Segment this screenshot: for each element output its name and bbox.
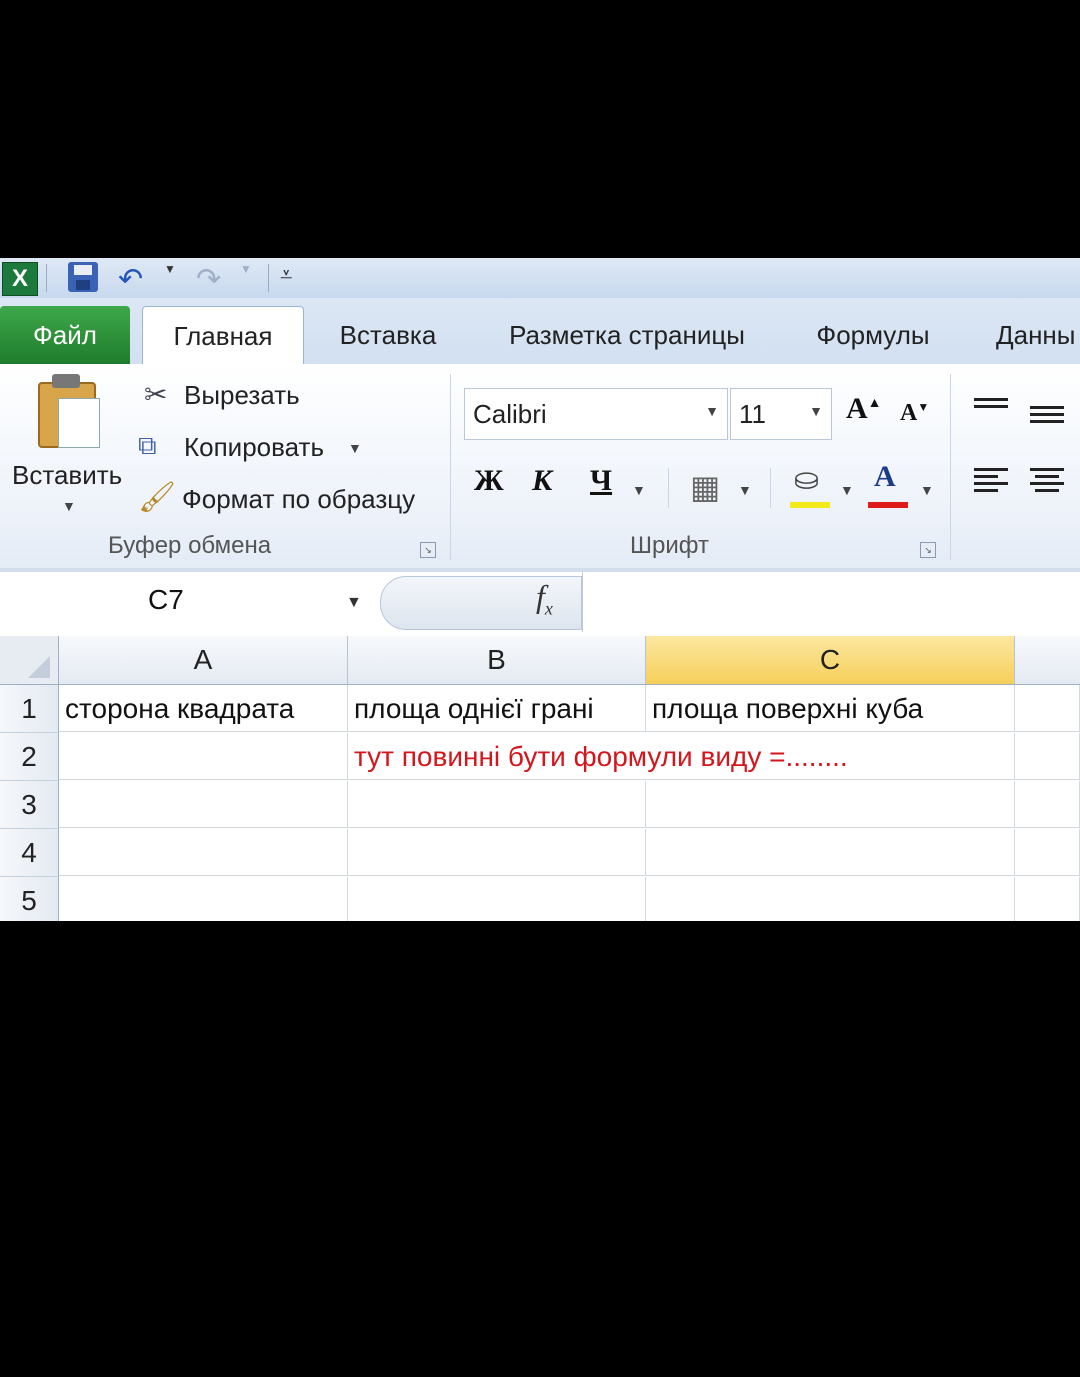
row-header-5[interactable]: 5 <box>0 877 59 921</box>
font-size-value: 11 <box>739 399 766 429</box>
font-group-label: Шрифт <box>630 532 709 559</box>
save-icon[interactable] <box>68 262 98 292</box>
cell-b3[interactable] <box>348 781 646 828</box>
group-divider <box>450 374 451 560</box>
cell-c3[interactable] <box>646 781 1015 828</box>
font-color-bar <box>868 502 908 508</box>
tab-page-layout[interactable]: Разметка страницы <box>502 306 752 364</box>
undo-dropdown-icon[interactable]: ▼ <box>164 262 176 276</box>
scissors-icon[interactable]: ✂ <box>144 378 167 411</box>
grow-font-button[interactable]: A▲ <box>846 392 882 426</box>
formula-bar: C7 ▼ fx <box>0 568 1080 638</box>
row-header-2[interactable]: 2 <box>0 733 59 781</box>
row-header-1[interactable]: 1 <box>0 685 59 733</box>
shrink-font-button[interactable]: A▼ <box>900 400 929 427</box>
quick-access-toolbar: X ↶ ▼ ↷ ▼ ⩡ <box>0 258 1080 298</box>
align-left-icon[interactable] <box>974 464 1008 496</box>
align-middle-icon[interactable] <box>1030 402 1064 427</box>
tab-insert[interactable]: Вставка <box>338 306 438 364</box>
font-size-dropdown-icon[interactable]: ▼ <box>809 403 823 419</box>
column-header-b[interactable]: B <box>348 636 646 685</box>
group-divider <box>668 468 669 508</box>
cell-b2[interactable]: тут повинні бути формули виду =........ <box>348 733 848 780</box>
font-name-value: Calibri <box>473 399 547 429</box>
fill-color-bar <box>790 502 830 508</box>
insert-function-icon[interactable]: fx <box>536 578 553 619</box>
format-painter-icon[interactable]: 🖌 <box>138 480 176 515</box>
tab-formulas[interactable]: Формулы <box>812 306 934 364</box>
cell-d3[interactable] <box>1015 781 1080 828</box>
cell-c1[interactable]: площа поверхні куба <box>646 685 1015 732</box>
cell-b4[interactable] <box>348 829 646 876</box>
cell-d2[interactable] <box>1015 733 1080 780</box>
paste-dropdown-icon[interactable]: ▼ <box>62 498 76 514</box>
copy-dropdown-icon[interactable]: ▼ <box>348 440 362 456</box>
name-box[interactable]: C7 ▼ <box>0 572 372 632</box>
tab-file[interactable]: Файл <box>0 306 130 364</box>
excel-window: X ↶ ▼ ↷ ▼ ⩡ Файл Главная Вставка Разметк… <box>0 258 1080 921</box>
group-divider <box>770 468 771 508</box>
font-name-combo[interactable]: Calibri ▼ <box>464 388 728 440</box>
column-header-c[interactable]: C <box>646 636 1015 685</box>
spreadsheet-grid: A B C 1 2 3 4 5 сторона квадрата площа о… <box>0 636 1080 921</box>
tab-home[interactable]: Главная <box>142 306 304 366</box>
cell-d1[interactable] <box>1015 685 1080 732</box>
row-header-3[interactable]: 3 <box>0 781 59 829</box>
font-color-icon[interactable]: A <box>874 460 896 494</box>
copy-button[interactable]: Копировать <box>184 432 324 463</box>
cell-a1[interactable]: сторона квадрата <box>59 685 348 732</box>
ribbon-home: Вставить ▼ ✂ Вырезать ⧉ Копировать ▼ 🖌 Ф… <box>0 364 1080 569</box>
cut-button[interactable]: Вырезать <box>184 380 300 411</box>
cell-c5[interactable] <box>646 877 1015 921</box>
name-box-value: C7 <box>148 584 184 615</box>
paste-icon[interactable] <box>34 374 100 450</box>
cell-b5[interactable] <box>348 877 646 921</box>
redo-dropdown-icon[interactable]: ▼ <box>240 262 252 276</box>
font-color-dropdown-icon[interactable]: ▼ <box>920 482 934 498</box>
italic-button[interactable]: К <box>532 464 552 498</box>
excel-app-icon[interactable]: X <box>2 262 38 296</box>
font-size-combo[interactable]: 11 ▼ <box>730 388 832 440</box>
bold-button[interactable]: Ж <box>474 464 504 498</box>
cell-d5[interactable] <box>1015 877 1080 921</box>
redo-icon[interactable]: ↷ <box>196 262 221 297</box>
toolbar-divider <box>268 264 269 292</box>
align-center-icon[interactable] <box>1030 464 1064 496</box>
cell-b1[interactable]: площа однієї грані <box>348 685 646 732</box>
undo-icon[interactable]: ↶ <box>118 262 143 297</box>
fill-color-icon[interactable]: ⛀ <box>794 462 819 497</box>
tab-data[interactable]: Данны <box>996 306 1080 364</box>
align-top-icon[interactable] <box>974 394 1008 412</box>
cell-c4[interactable] <box>646 829 1015 876</box>
row-header-4[interactable]: 4 <box>0 829 59 877</box>
ribbon-tabs: Файл Главная Вставка Разметка страницы Ф… <box>0 298 1080 366</box>
font-name-dropdown-icon[interactable]: ▼ <box>705 403 719 419</box>
group-divider <box>950 374 951 560</box>
cell-a3[interactable] <box>59 781 348 828</box>
toolbar-divider <box>46 264 47 292</box>
formula-input[interactable] <box>582 572 1080 632</box>
cell-a2[interactable] <box>59 733 348 780</box>
cell-d4[interactable] <box>1015 829 1080 876</box>
name-box-dropdown-icon[interactable]: ▼ <box>346 594 362 612</box>
underline-dropdown-icon[interactable]: ▼ <box>632 482 646 498</box>
select-all-button[interactable] <box>0 636 59 685</box>
clipboard-launcher-icon[interactable]: ↘ <box>420 542 436 558</box>
underline-button[interactable]: Ч <box>590 464 612 498</box>
cell-a5[interactable] <box>59 877 348 921</box>
font-launcher-icon[interactable]: ↘ <box>920 542 936 558</box>
fill-color-dropdown-icon[interactable]: ▼ <box>840 482 854 498</box>
paste-button[interactable]: Вставить <box>12 460 122 491</box>
cell-a4[interactable] <box>59 829 348 876</box>
customize-toolbar-icon[interactable]: ⩡ <box>280 262 292 288</box>
format-painter-button[interactable]: Формат по образцу <box>182 484 415 515</box>
copy-icon[interactable]: ⧉ <box>138 430 157 462</box>
borders-icon[interactable]: ▦ <box>690 468 720 506</box>
borders-dropdown-icon[interactable]: ▼ <box>738 482 752 498</box>
column-header-a[interactable]: A <box>59 636 348 685</box>
clipboard-group-label: Буфер обмена <box>108 532 272 559</box>
column-header-d[interactable] <box>1015 636 1080 685</box>
